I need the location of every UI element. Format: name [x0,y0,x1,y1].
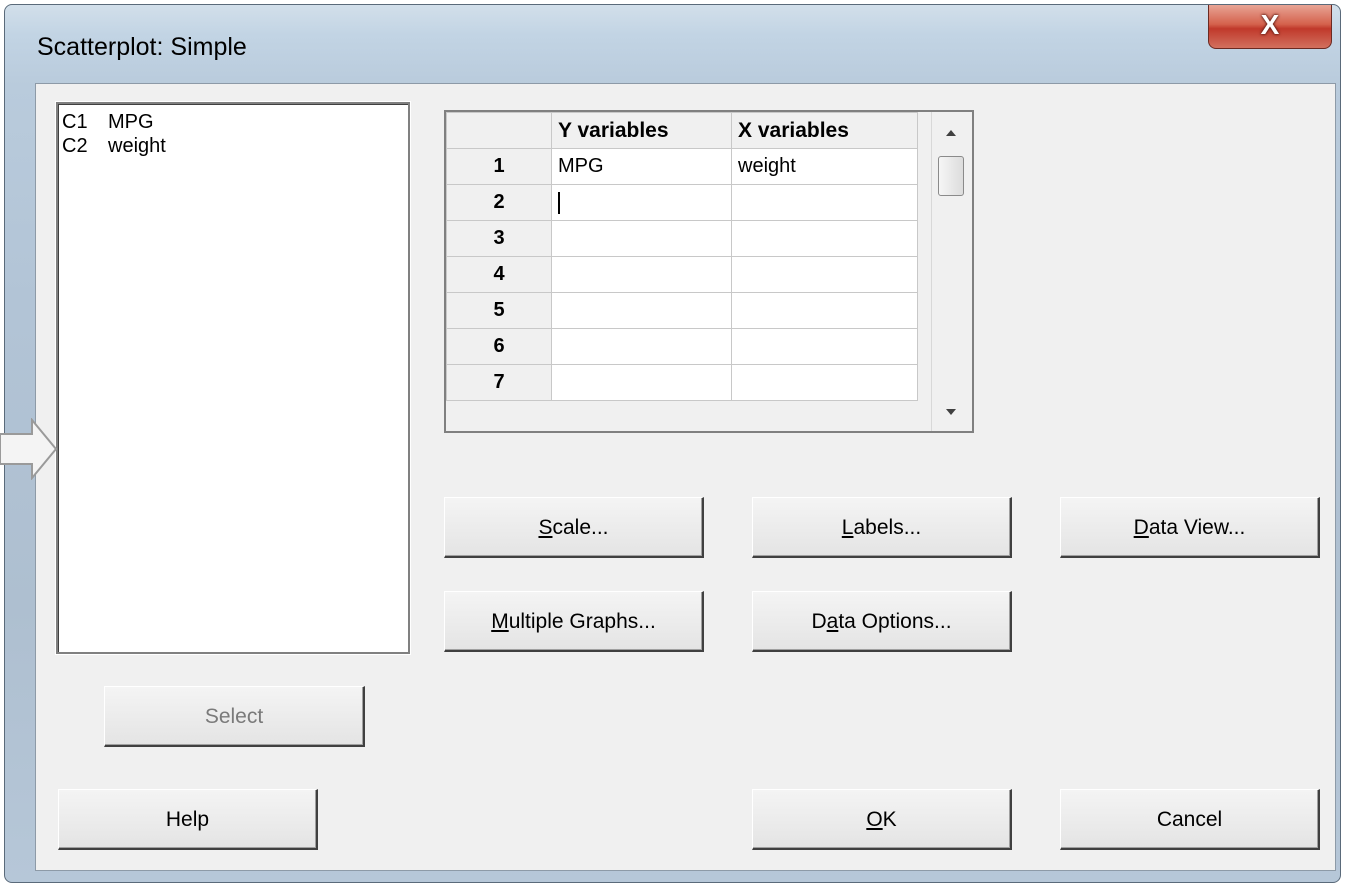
x-variable-cell[interactable]: weight [731,148,918,185]
close-button[interactable]: X [1208,5,1332,49]
multiple-graphs-mnemonic: M [491,610,509,633]
x-variable-cell[interactable] [731,256,918,293]
row-number: 3 [446,220,552,257]
text-caret [558,191,560,214]
scale-label: cale... [552,516,609,539]
y-variable-cell-active[interactable] [551,184,732,221]
variable-name: MPG [108,111,154,133]
dialog-client-area: C1 MPG C2 weight Select Y variables X vari… [35,83,1336,871]
labels-button[interactable]: Labels... [752,497,1012,558]
variables-grid: Y variables X variables 1 MPG weight 2 3 [444,110,974,433]
data-options-label: ta Options... [838,610,952,633]
list-item[interactable]: C1 MPG [62,110,408,134]
window-title: Scatterplot: Simple [37,33,247,61]
scale-button[interactable]: Scale... [444,497,704,558]
data-options-prefix: D [811,610,827,633]
row-number: 4 [446,256,552,293]
data-view-mnemonic: D [1133,516,1149,539]
row-number: 6 [446,328,552,365]
x-variable-cell[interactable] [731,220,918,257]
scroll-down-icon[interactable] [946,409,956,415]
x-variable-cell[interactable] [731,328,918,365]
row-number: 2 [446,184,552,221]
x-variable-cell[interactable] [731,292,918,329]
variable-list[interactable]: C1 MPG C2 weight [56,102,410,654]
grid-corner [446,112,552,149]
y-variable-cell[interactable] [551,220,732,257]
y-variable-cell[interactable] [551,364,732,401]
y-variable-cell[interactable] [551,292,732,329]
x-variable-cell[interactable] [731,364,918,401]
ok-label: K [882,808,897,831]
y-variable-cell[interactable]: MPG [551,148,732,185]
row-number: 7 [446,364,552,401]
variable-column-id: C1 [62,111,88,133]
labels-label: abels... [853,516,922,539]
close-icon: X [1260,9,1280,40]
labels-mnemonic: L [841,516,854,539]
variable-column-id: C2 [62,135,88,157]
y-variables-header: Y variables [551,112,732,149]
cancel-button[interactable]: Cancel [1060,789,1320,850]
y-variable-cell[interactable] [551,256,732,293]
grid-scrollbar[interactable] [931,112,972,431]
dialog-window: Scatterplot: Simple X C1 MPG C2 weight Sel… [4,4,1341,883]
x-variables-header: X variables [731,112,918,149]
row-number: 1 [446,148,552,185]
select-button[interactable]: Select [104,686,365,747]
help-button[interactable]: Help [58,789,318,850]
data-view-label: ata View... [1148,516,1246,539]
list-item[interactable]: C2 weight [62,134,408,158]
data-options-button[interactable]: Data Options... [752,591,1012,652]
scroll-up-icon[interactable] [946,130,956,136]
variable-name: weight [108,135,166,157]
ok-button[interactable]: OK [752,789,1012,850]
multiple-graphs-label: ultiple Graphs... [508,610,656,633]
ok-mnemonic: O [866,808,883,831]
pointer-arrow-icon [0,418,58,480]
x-variable-cell[interactable] [731,184,918,221]
row-number: 5 [446,292,552,329]
scale-mnemonic: S [538,516,553,539]
data-view-button[interactable]: Data View... [1060,497,1320,558]
multiple-graphs-button[interactable]: Multiple Graphs... [444,591,704,652]
data-options-mnemonic: a [826,610,839,633]
y-variable-cell[interactable] [551,328,732,365]
scroll-thumb[interactable] [938,156,964,196]
